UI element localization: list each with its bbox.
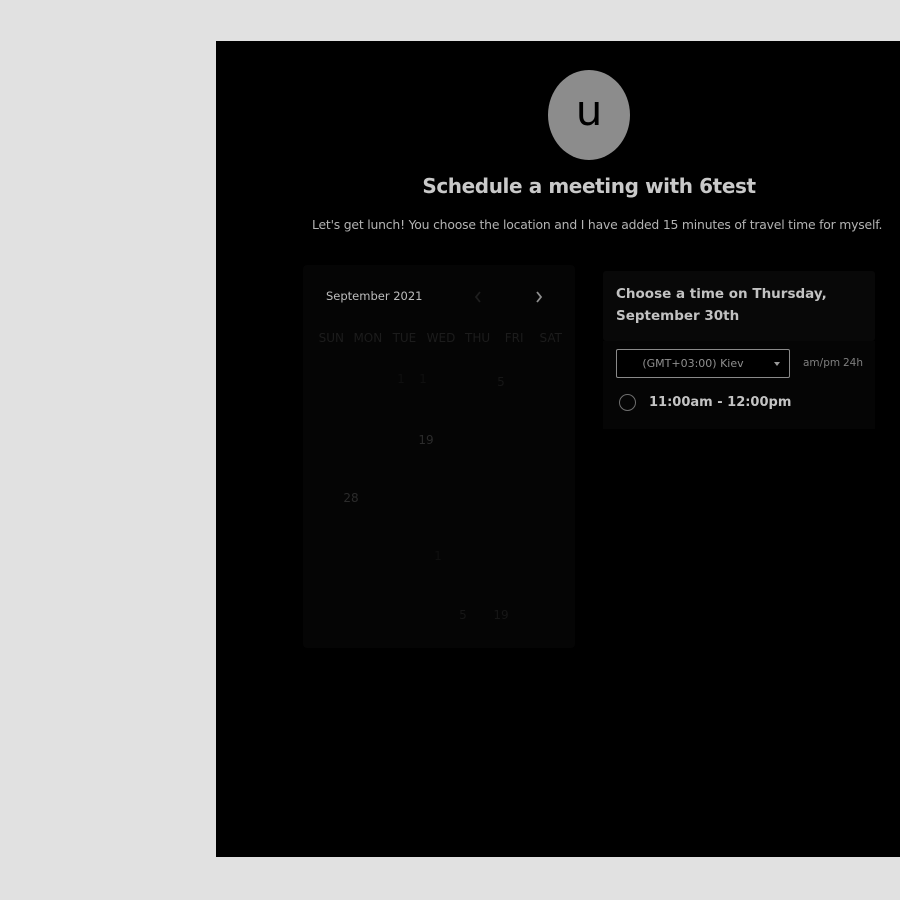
radio-button[interactable] xyxy=(619,394,636,411)
calendar-day[interactable]: 5 xyxy=(448,608,478,622)
calendar-day[interactable]: 19 xyxy=(486,608,516,622)
weekday-mon: MON xyxy=(353,331,383,345)
calendar-day[interactable]: 28 xyxy=(336,491,366,505)
time-picker-body: (GMT+03:00) Kiev am/pm 24h 11:00am - 12:… xyxy=(603,341,875,429)
weekday-sat: SAT xyxy=(539,331,562,345)
weekday-fri: FRI xyxy=(504,331,524,345)
avatar-letter: u xyxy=(575,86,603,135)
calendar: September 2021 SUN MON TUE WED THU FRI S… xyxy=(303,265,575,648)
timezone-value: (GMT+03:00) Kiev xyxy=(642,357,744,370)
calendar-day[interactable]: 1 xyxy=(423,549,453,563)
weekday-sun: SUN xyxy=(318,331,344,345)
weekday-tue: TUE xyxy=(392,331,417,345)
page-title: Schedule a meeting with 6test xyxy=(422,174,756,198)
page-subtitle: Let's get lunch! You choose the location… xyxy=(312,217,883,232)
calendar-prev-button[interactable] xyxy=(468,287,488,307)
calendar-weekday-row: SUN MON TUE WED THU FRI SAT xyxy=(313,331,569,345)
avatar: u xyxy=(548,70,630,160)
scheduler-panel: u Schedule a meeting with 6test Let's ge… xyxy=(216,41,900,857)
format-ampm-toggle[interactable]: am/pm xyxy=(803,357,840,369)
time-slot-label: 11:00am - 12:00pm xyxy=(649,395,792,410)
calendar-day[interactable]: 19 xyxy=(411,433,441,447)
caret-down-icon xyxy=(774,362,780,366)
weekday-thu: THU xyxy=(464,331,491,345)
time-picker-header: Choose a time on Thursday, September 30t… xyxy=(603,271,875,341)
timezone-select[interactable]: (GMT+03:00) Kiev xyxy=(616,349,790,378)
chevron-right-icon xyxy=(536,291,543,303)
chevron-left-icon xyxy=(474,291,481,303)
calendar-day[interactable]: 5 xyxy=(486,375,516,389)
time-picker-heading: Choose a time on Thursday, September 30t… xyxy=(616,286,827,324)
calendar-month-label: September 2021 xyxy=(326,289,423,303)
calendar-day[interactable]: 1 xyxy=(408,372,438,386)
format-24h-toggle[interactable]: 24h xyxy=(843,357,863,369)
weekday-wed: WED xyxy=(426,331,456,345)
time-slot[interactable]: 11:00am - 12:00pm xyxy=(619,394,791,411)
calendar-next-button[interactable] xyxy=(529,287,549,307)
